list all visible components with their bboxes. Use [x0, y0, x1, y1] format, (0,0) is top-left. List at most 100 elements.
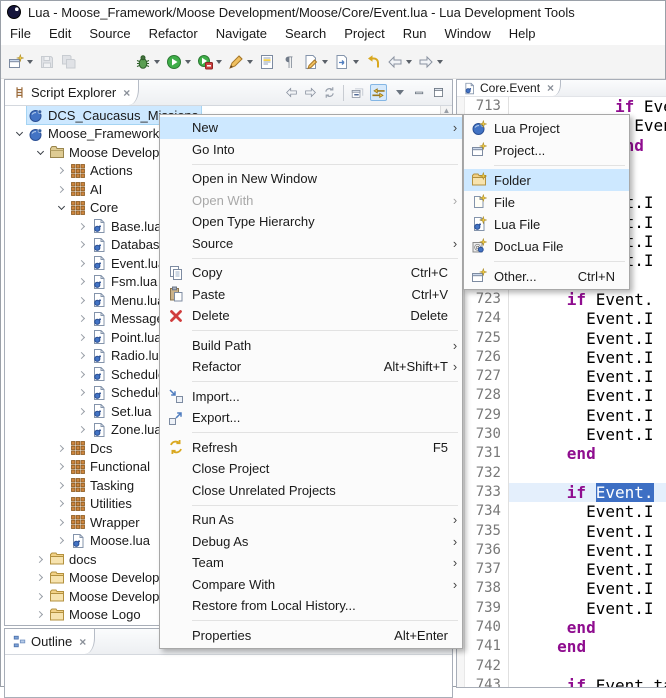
collapsed-arrow-icon[interactable] — [74, 409, 90, 414]
toolbar-pen-button[interactable] — [226, 50, 255, 74]
menu-source[interactable]: Source — [80, 23, 139, 45]
maximize-icon[interactable] — [432, 86, 445, 99]
code-line-727[interactable]: Event.I — [509, 367, 666, 386]
menu-item-refresh[interactable]: RefreshF5 — [160, 437, 462, 459]
expanded-arrow-icon[interactable] — [53, 206, 69, 209]
collapsed-arrow-icon[interactable] — [32, 575, 48, 580]
line-number-732[interactable]: 732 — [465, 464, 501, 483]
code-line-736[interactable]: Event.I — [509, 541, 666, 560]
menu-item-debug-as[interactable]: Debug As› — [160, 531, 462, 553]
collapsed-arrow-icon[interactable] — [74, 242, 90, 247]
line-number-725[interactable]: 725 — [465, 329, 501, 348]
toolbar-doc-nav-button[interactable] — [332, 50, 361, 74]
collapse-all-icon[interactable] — [351, 86, 364, 99]
collapsed-arrow-icon[interactable] — [74, 298, 90, 303]
menu-item-open-with[interactable]: Open With› — [160, 190, 462, 212]
line-number-730[interactable]: 730 — [465, 425, 501, 444]
menu-item-open-in-new-window[interactable]: Open in New Window — [160, 168, 462, 190]
collapsed-arrow-icon[interactable] — [32, 594, 48, 599]
code-line-723[interactable]: if Event. — [509, 290, 666, 309]
code-line-737[interactable]: Event.I — [509, 560, 666, 579]
menu-search[interactable]: Search — [276, 23, 335, 45]
dropdown-caret-icon[interactable] — [406, 60, 412, 64]
submenu-item-other[interactable]: Other...Ctrl+N — [464, 265, 629, 287]
line-number-731[interactable]: 731 — [465, 444, 501, 463]
toolbar-forward-button[interactable] — [416, 50, 445, 74]
collapsed-arrow-icon[interactable] — [74, 261, 90, 266]
code-line-729[interactable]: Event.I — [509, 406, 666, 425]
toolbar-back-button[interactable] — [385, 50, 414, 74]
code-line-732[interactable] — [509, 464, 666, 483]
line-number-736[interactable]: 736 — [465, 541, 501, 560]
dropdown-caret-icon[interactable] — [154, 60, 160, 64]
dropdown-caret-icon[interactable] — [353, 60, 359, 64]
code-line-740[interactable]: end — [509, 618, 666, 637]
collapsed-arrow-icon[interactable] — [74, 353, 90, 358]
refresh-view-icon[interactable] — [323, 86, 336, 99]
submenu-item-project[interactable]: Project... — [464, 139, 629, 161]
line-number-739[interactable]: 739 — [465, 599, 501, 618]
collapsed-arrow-icon[interactable] — [53, 168, 69, 173]
line-number-743[interactable]: 743 — [465, 676, 501, 687]
code-line-726[interactable]: Event.I — [509, 348, 666, 367]
menu-help[interactable]: Help — [500, 23, 545, 45]
menu-item-compare-with[interactable]: Compare With› — [160, 574, 462, 596]
collapsed-arrow-icon[interactable] — [53, 501, 69, 506]
submenu-item-doclua-file[interactable]: @DocLua File — [464, 235, 629, 257]
line-number-738[interactable]: 738 — [465, 579, 501, 598]
dropdown-caret-icon[interactable] — [27, 60, 33, 64]
menu-item-run-as[interactable]: Run As› — [160, 509, 462, 531]
menu-item-team[interactable]: Team› — [160, 552, 462, 574]
submenu-item-file[interactable]: File — [464, 191, 629, 213]
menu-item-delete[interactable]: DeleteDelete — [160, 305, 462, 327]
forward-arrow-icon[interactable] — [304, 86, 317, 99]
code-line-724[interactable]: Event.I — [509, 309, 666, 328]
dropdown-caret-icon[interactable] — [216, 60, 222, 64]
collapsed-arrow-icon[interactable] — [53, 520, 69, 525]
code-line-738[interactable]: Event.I — [509, 579, 666, 598]
code-line-734[interactable]: Event.I — [509, 502, 666, 521]
line-number-729[interactable]: 729 — [465, 406, 501, 425]
toolbar-debug-button[interactable] — [133, 50, 162, 74]
expanded-arrow-icon[interactable] — [11, 132, 27, 135]
line-number-740[interactable]: 740 — [465, 618, 501, 637]
line-number-734[interactable]: 734 — [465, 502, 501, 521]
toolbar-save-all-button[interactable] — [59, 50, 79, 74]
menu-item-refactor[interactable]: RefactorAlt+Shift+T› — [160, 356, 462, 378]
line-number-737[interactable]: 737 — [465, 560, 501, 579]
submenu-item-lua-file[interactable]: Lua File — [464, 213, 629, 235]
code-line-731[interactable]: end — [509, 444, 666, 463]
menu-item-close-unrelated-projects[interactable]: Close Unrelated Projects — [160, 480, 462, 502]
code-line-742[interactable] — [509, 657, 666, 676]
back-arrow-icon[interactable] — [285, 86, 298, 99]
collapsed-arrow-icon[interactable] — [32, 612, 48, 617]
line-number-733[interactable]: 733 — [465, 483, 501, 502]
menu-edit[interactable]: Edit — [40, 23, 80, 45]
menu-refactor[interactable]: Refactor — [140, 23, 207, 45]
minimize-icon[interactable] — [413, 86, 426, 99]
submenu-item-folder[interactable]: Folder — [464, 169, 629, 191]
toolbar-show-whitespace-button[interactable]: ¶ — [279, 50, 299, 74]
line-number-728[interactable]: 728 — [465, 386, 501, 405]
menu-item-open-type-hierarchy[interactable]: Open Type Hierarchy — [160, 211, 462, 233]
close-icon[interactable]: × — [547, 81, 554, 95]
menu-file[interactable]: File — [1, 23, 40, 45]
expanded-arrow-icon[interactable] — [32, 151, 48, 154]
close-icon[interactable]: × — [79, 635, 86, 649]
line-number-741[interactable]: 741 — [465, 637, 501, 656]
dropdown-caret-icon[interactable] — [322, 60, 328, 64]
code-line-730[interactable]: Event.I — [509, 425, 666, 444]
code-line-725[interactable]: Event.I — [509, 329, 666, 348]
collapsed-arrow-icon[interactable] — [74, 335, 90, 340]
line-number-724[interactable]: 724 — [465, 309, 501, 328]
collapsed-arrow-icon[interactable] — [74, 390, 90, 395]
code-line-728[interactable]: Event.I — [509, 386, 666, 405]
line-number-742[interactable]: 742 — [465, 657, 501, 676]
toolbar-run-button[interactable] — [164, 50, 193, 74]
submenu-item-lua-project[interactable]: Lua Project — [464, 117, 629, 139]
dropdown-caret-icon[interactable] — [247, 60, 253, 64]
toolbar-save-button[interactable] — [37, 50, 57, 74]
menu-item-paste[interactable]: PasteCtrl+V — [160, 284, 462, 306]
code-line-741[interactable]: end — [509, 637, 666, 656]
collapsed-arrow-icon[interactable] — [53, 483, 69, 488]
